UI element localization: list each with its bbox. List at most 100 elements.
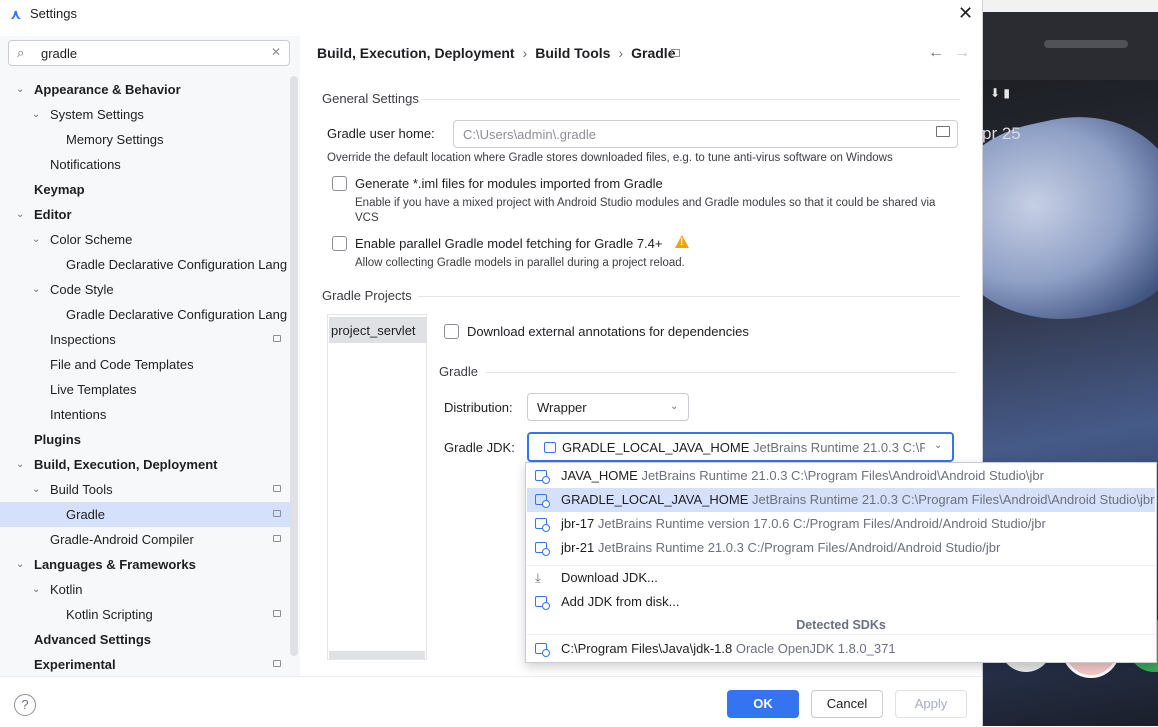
sidebar-item[interactable]: Gradle-Android Compiler <box>0 527 290 552</box>
jdk-option-label: Download JDK... <box>561 566 658 590</box>
settings-tree: ⌄ Appearance & Behavior ⌄ System Settings Me… <box>0 77 290 677</box>
jdk-option-name: Add JDK from disk... <box>561 594 680 609</box>
gradle-jdk-select[interactable]: GRADLE_LOCAL_JAVA_HOME JetBrains Runtime… <box>527 432 954 462</box>
search-input[interactable]: ⌕ gradle ✕ <box>8 40 290 66</box>
search-icon: ⌕ <box>17 45 25 60</box>
clear-icon[interactable]: ✕ <box>271 45 281 59</box>
ok-button[interactable]: OK <box>727 690 799 718</box>
sidebar-item[interactable]: ⌄ Kotlin <box>0 577 290 602</box>
sidebar-item[interactable]: ⌄ Build, Execution, Deployment <box>0 452 290 477</box>
sidebar-item[interactable]: ⌄ Appearance & Behavior <box>0 77 290 102</box>
project-level-icon <box>273 660 281 667</box>
project-list-scrollbar[interactable] <box>329 651 425 659</box>
download-annotations-checkbox[interactable] <box>444 324 459 339</box>
sidebar-item[interactable]: Gradle Declarative Configuration Lang <box>0 252 290 277</box>
sidebar-item-label: Languages & Frameworks <box>34 557 196 572</box>
help-button[interactable]: ? <box>14 694 36 716</box>
sidebar-item-label: Live Templates <box>50 382 137 397</box>
sidebar-item[interactable]: Memory Settings <box>0 127 290 152</box>
divider <box>422 99 960 100</box>
sidebar-item[interactable]: Intentions <box>0 402 290 427</box>
gradle-jdk-value: GRADLE_LOCAL_JAVA_HOME JetBrains Runtime… <box>562 440 951 455</box>
sidebar-item[interactable]: File and Code Templates <box>0 352 290 377</box>
section-title: Gradle <box>439 364 479 379</box>
chevron-down-icon[interactable]: ⌄ <box>16 552 24 577</box>
chevron-down-icon: ⌄ <box>670 401 679 412</box>
generate-iml-checkbox[interactable] <box>332 176 347 191</box>
jdk-option-desc: JetBrains Runtime 21.0.3 C:/Program File… <box>597 540 1001 555</box>
jdk-option[interactable]: JAVA_HOME JetBrains Runtime 21.0.3 C:\Pr… <box>527 464 1155 488</box>
jdk-option[interactable]: Add JDK from disk... <box>527 590 1155 614</box>
close-icon[interactable]: ✕ <box>958 3 973 24</box>
distribution-select[interactable]: Wrapper ⌄ <box>527 393 689 421</box>
sidebar-item-label: Inspections <box>50 332 116 347</box>
chevron-down-icon[interactable]: ⌄ <box>32 102 40 127</box>
folder-icon[interactable] <box>936 126 950 137</box>
gradle-user-home-field[interactable]: C:\Users\admin\.gradle <box>453 120 958 148</box>
jdk-option[interactable]: GRADLE_LOCAL_JAVA_HOME JetBrains Runtime… <box>527 488 1155 512</box>
sidebar-item-label: Kotlin <box>50 582 83 597</box>
sidebar-item[interactable]: Experimental <box>0 652 290 677</box>
sidebar-item[interactable]: ⌄ Code Style <box>0 277 290 302</box>
jdk-icon <box>535 518 550 532</box>
jdk-option-label: JAVA_HOME JetBrains Runtime 21.0.3 C:\Pr… <box>561 464 1044 488</box>
sidebar-item-label: System Settings <box>50 107 144 122</box>
sidebar-item[interactable]: Gradle Declarative Configuration Lang <box>0 302 290 327</box>
warning-icon-mark: ! <box>680 237 684 248</box>
parallel-fetch-checkbox[interactable] <box>332 236 347 251</box>
jdk-icon <box>535 470 550 484</box>
sidebar-item-label: Gradle-Android Compiler <box>50 532 194 547</box>
sidebar-item-label: Code Style <box>50 282 114 297</box>
sidebar-item-label: Editor <box>34 207 72 222</box>
project-level-icon <box>273 610 281 617</box>
jdk-option-name: jbr-21 <box>561 540 595 555</box>
chevron-down-icon[interactable]: ⌄ <box>16 202 24 227</box>
project-list: project_servlet <box>327 314 427 660</box>
jdk-option[interactable]: Download JDK... ⤓ <box>527 566 1155 590</box>
sidebar-item[interactable]: Gradle <box>0 502 290 527</box>
project-item[interactable]: project_servlet <box>329 317 427 343</box>
breadcrumb-separator: › <box>618 45 624 61</box>
project-level-icon <box>273 535 281 542</box>
sidebar-scrollbar[interactable] <box>290 76 298 656</box>
chevron-down-icon: ⌄ <box>934 440 943 451</box>
sidebar-item[interactable]: ⌄ Editor <box>0 202 290 227</box>
chevron-down-icon[interactable]: ⌄ <box>32 477 40 502</box>
jdk-name: GRADLE_LOCAL_JAVA_HOME <box>562 440 750 455</box>
chevron-down-icon[interactable]: ⌄ <box>32 277 40 302</box>
sidebar-item[interactable]: Notifications <box>0 152 290 177</box>
jdk-option[interactable]: jbr-17 JetBrains Runtime version 17.0.6 … <box>527 512 1155 536</box>
chevron-down-icon[interactable]: ⌄ <box>32 227 40 252</box>
apply-button[interactable]: Apply <box>895 690 967 718</box>
back-arrow-icon[interactable]: ← <box>928 44 944 62</box>
generate-iml-label: Generate *.iml files for modules importe… <box>355 176 663 191</box>
forward-arrow-icon[interactable]: → <box>954 44 970 62</box>
sidebar-item[interactable]: ⌄ Languages & Frameworks <box>0 552 290 577</box>
sidebar-item[interactable]: Keymap <box>0 177 290 202</box>
sidebar-item[interactable]: Advanced Settings <box>0 627 290 652</box>
gradle-user-home-value: C:\Users\admin\.gradle <box>463 127 596 142</box>
sidebar-item[interactable]: Kotlin Scripting <box>0 602 290 627</box>
cancel-button[interactable]: Cancel <box>811 690 883 718</box>
chevron-down-icon[interactable]: ⌄ <box>16 452 24 477</box>
sidebar-item[interactable]: Plugins <box>0 427 290 452</box>
chevron-down-icon[interactable]: ⌄ <box>32 577 40 602</box>
sidebar-item[interactable]: ⌄ Build Tools <box>0 477 290 502</box>
status-icons: ⬇ ▮ <box>990 86 1010 100</box>
jdk-option[interactable]: C:\Program Files\Java\jdk-1.8 Oracle Ope… <box>527 637 1155 661</box>
sidebar-item[interactable]: ⌄ Color Scheme <box>0 227 290 252</box>
sidebar-item[interactable]: Live Templates <box>0 377 290 402</box>
jdk-option[interactable]: jbr-21 JetBrains Runtime 21.0.3 C:/Progr… <box>527 536 1155 560</box>
breadcrumb-item[interactable]: Build, Execution, Deployment <box>317 45 515 61</box>
breadcrumb-item[interactable]: Build Tools <box>535 45 610 61</box>
jdk-icon <box>535 643 550 657</box>
divider <box>527 634 1155 635</box>
sidebar-item[interactable]: Inspections <box>0 327 290 352</box>
sidebar-item[interactable]: ⌄ System Settings <box>0 102 290 127</box>
project-level-icon <box>273 510 281 517</box>
chevron-down-icon[interactable]: ⌄ <box>16 77 24 102</box>
sidebar-item-label: Gradle Declarative Configuration Lang <box>66 307 288 322</box>
sidebar-item-label: Color Scheme <box>50 232 133 247</box>
sidebar-item-label: Appearance & Behavior <box>34 82 181 97</box>
jdk-icon <box>544 442 556 453</box>
